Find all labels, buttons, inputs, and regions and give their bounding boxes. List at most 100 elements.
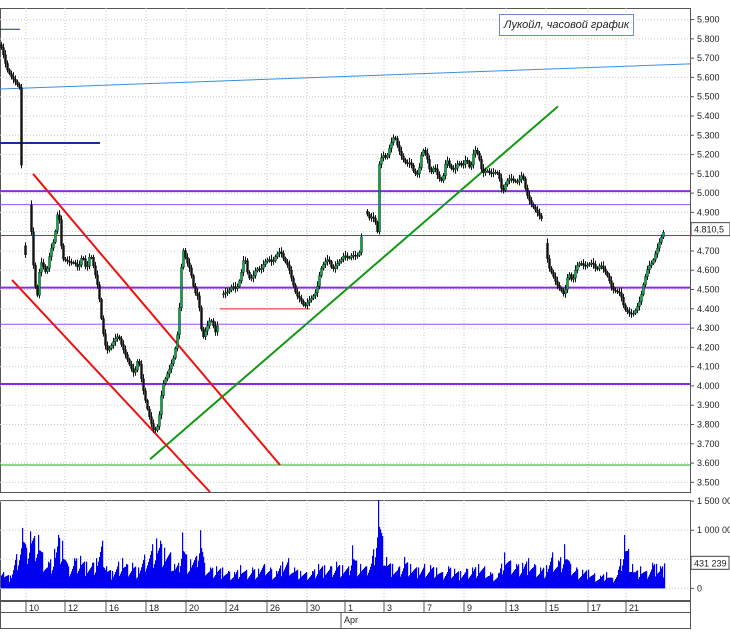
candle-body xyxy=(70,261,73,264)
candle-body xyxy=(18,84,21,88)
candle-body xyxy=(458,163,461,165)
candle-body xyxy=(334,265,337,270)
candle-body xyxy=(164,378,167,384)
chart-stage: 3.500 3.600 3.700 3.800 3.900 4.000 4.100 4.200… xyxy=(0,0,730,640)
x-tick-label: 26 xyxy=(270,603,280,613)
candle-body xyxy=(100,298,103,319)
candle-body xyxy=(418,167,421,175)
price-tick-label: 5.900 xyxy=(697,15,720,25)
candle-body xyxy=(662,231,665,238)
candle-body xyxy=(564,289,567,295)
x-tick-label: 12 xyxy=(68,603,78,613)
candle-body xyxy=(180,267,183,309)
candle-body xyxy=(510,178,513,180)
candle-body xyxy=(576,265,579,271)
candle-body xyxy=(476,150,479,154)
candle-body xyxy=(640,294,643,302)
candle-body xyxy=(652,259,655,264)
candle-body xyxy=(108,348,111,351)
candle-body xyxy=(252,275,255,279)
candle-body xyxy=(162,383,165,396)
candle-body xyxy=(254,270,257,276)
price-tick-label: 5.500 xyxy=(697,92,720,102)
candle-body xyxy=(378,163,381,232)
candle-body xyxy=(354,255,357,257)
candle-body xyxy=(360,236,363,253)
candle-body xyxy=(508,178,511,181)
candle-body xyxy=(102,318,105,335)
candle-body xyxy=(196,292,199,296)
candle-body xyxy=(468,161,471,168)
candle-body xyxy=(86,265,89,268)
candle-body xyxy=(48,256,51,269)
candle-body xyxy=(58,214,61,220)
candle-body xyxy=(586,264,589,267)
candle-body xyxy=(420,154,423,168)
candle-body xyxy=(92,257,95,267)
candle-body xyxy=(498,173,501,179)
candle-body xyxy=(348,257,351,259)
candle-body xyxy=(166,373,169,379)
candle-body xyxy=(212,320,215,326)
candle-body xyxy=(286,261,289,266)
candle-body xyxy=(556,281,559,286)
candle-body xyxy=(352,255,355,257)
candle-body xyxy=(422,150,425,156)
candle-body xyxy=(184,250,187,258)
candle-body xyxy=(306,302,309,306)
candle-body xyxy=(612,286,615,291)
candle-body xyxy=(596,268,599,270)
candle-body xyxy=(54,230,57,243)
candle-body xyxy=(40,262,43,273)
candle-body xyxy=(456,163,459,169)
candle-body xyxy=(214,325,217,333)
candle-body xyxy=(304,304,307,307)
candle-body xyxy=(410,162,413,166)
candle-body xyxy=(626,309,629,312)
x-tick-label: 15 xyxy=(549,603,559,613)
candle-body xyxy=(244,260,247,262)
candle-body xyxy=(554,276,557,282)
candle-body xyxy=(496,172,499,174)
candle-body xyxy=(416,173,419,176)
candle-body xyxy=(428,159,431,170)
candle-body xyxy=(248,271,251,279)
candle-body xyxy=(446,160,449,165)
price-tick-label: 5.800 xyxy=(697,34,720,44)
price-tick-label: 4.100 xyxy=(697,362,720,372)
candle-body xyxy=(486,170,489,173)
candle-body xyxy=(228,289,231,293)
candle-body xyxy=(404,159,407,163)
candle-body xyxy=(634,310,637,314)
candle-body xyxy=(384,155,387,158)
candle-body xyxy=(518,179,521,182)
candle-body xyxy=(388,148,391,156)
price-tick-label: 5.200 xyxy=(697,150,720,160)
candle-body xyxy=(170,363,173,370)
price-tick-label: 4.000 xyxy=(697,381,720,391)
candle-body xyxy=(608,275,611,282)
candle-body xyxy=(328,259,331,262)
candle-body xyxy=(300,298,303,302)
candle-body xyxy=(284,257,287,263)
candle-body xyxy=(520,175,523,180)
candle-body xyxy=(6,63,9,70)
price-tick-label: 4.500 xyxy=(697,285,720,295)
candle-body xyxy=(618,291,621,294)
candle-body xyxy=(660,236,663,243)
price-tick-label: 5.300 xyxy=(697,130,720,140)
candle-body xyxy=(136,361,139,371)
candle-body xyxy=(390,142,393,149)
candle-body xyxy=(132,368,135,373)
candle-body xyxy=(484,170,487,174)
candle-body xyxy=(294,284,297,293)
candle-body xyxy=(582,263,585,266)
candle-body xyxy=(590,262,593,265)
candle-body xyxy=(182,250,185,268)
candle-body xyxy=(112,341,115,346)
candle-body xyxy=(292,277,295,286)
price-tick-label: 5.700 xyxy=(697,53,720,63)
candle-body xyxy=(16,81,19,85)
candle-body xyxy=(616,290,619,293)
candle-body xyxy=(406,162,409,164)
